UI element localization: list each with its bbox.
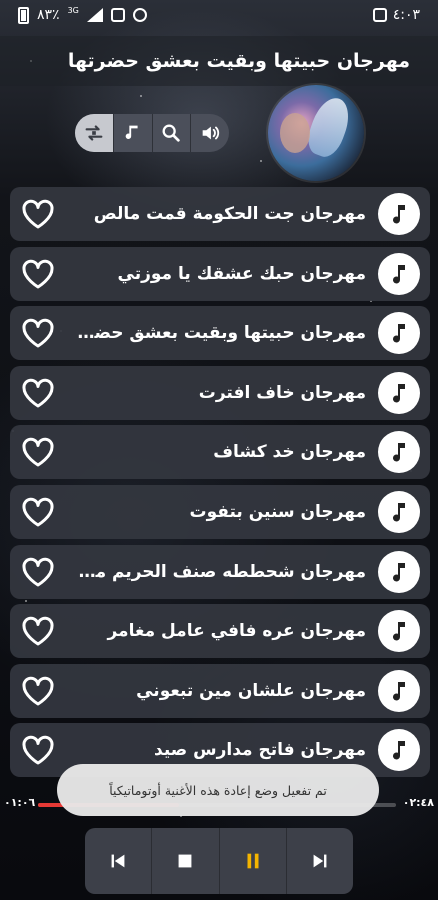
song-title: مهرجان خد كشاف (213, 442, 366, 463)
elapsed-time: ٠١:٠٦ (4, 796, 36, 809)
total-duration: ٠٢:٤٨ (402, 796, 434, 809)
song-title: مهرجان علشان مين تبعوني (136, 680, 366, 701)
favorite-button[interactable] (20, 732, 56, 768)
repeat-button[interactable] (75, 114, 114, 152)
song-title: مهرجان سنين بتفوت (189, 501, 367, 522)
status-bar: ٨٣٪ 3G ٤:٠٣ (0, 0, 438, 30)
heart-icon (22, 557, 54, 587)
playback-controls (85, 828, 353, 894)
pause-button[interactable] (220, 828, 287, 894)
stop-button[interactable] (152, 828, 220, 894)
previous-button[interactable] (85, 828, 153, 894)
heart-icon (22, 736, 54, 765)
music-note-icon (393, 502, 405, 522)
network-type: 3G (67, 5, 79, 15)
album-art (268, 85, 364, 181)
music-note-icon (393, 383, 405, 403)
music-note-icon (393, 443, 405, 462)
heart-icon (22, 616, 54, 646)
skip-previous-icon (111, 854, 125, 868)
song-title: مهرجان جت الحكومة قمت مالص (93, 204, 366, 224)
heart-icon (22, 259, 54, 289)
song-row[interactable]: مهرجان سنين بتفوت (10, 484, 430, 539)
battery-icon (18, 6, 29, 24)
status-time: ٤:٠٣ (392, 7, 420, 23)
status-right: ٤:٠٣ (372, 7, 420, 23)
song-play-icon (378, 252, 420, 295)
heart-icon (22, 438, 54, 467)
heart-icon (22, 199, 54, 229)
favorite-button[interactable] (20, 375, 56, 411)
music-note-icon (393, 741, 405, 760)
song-play-icon (378, 610, 420, 653)
heart-icon (22, 676, 54, 706)
repeat-icon (85, 125, 103, 141)
music-note-icon (393, 324, 405, 343)
song-title: مهرجان حبيتها وبقيت بعشق حضرتها (59, 323, 366, 344)
music-note-icon (393, 264, 405, 284)
song-play-icon (378, 431, 420, 474)
heart-icon (22, 318, 54, 348)
song-play-icon (378, 490, 420, 533)
favorite-button[interactable] (20, 315, 56, 351)
image-notification-icon (372, 8, 387, 22)
search-icon (162, 124, 181, 142)
volume-icon (202, 126, 220, 140)
favorite-button[interactable] (20, 256, 56, 292)
favorite-button[interactable] (20, 613, 56, 649)
song-row[interactable]: مهرجان علشان مين تبعوني (10, 663, 430, 718)
song-play-icon (378, 371, 420, 414)
song-play-icon (378, 312, 420, 355)
song-row[interactable]: مهرجان عره فافي عامل مغامر (10, 604, 430, 659)
now-playing-title: مهرجان حبيتها وبقيت بعشق حضرتها (67, 50, 410, 72)
favorite-button[interactable] (20, 494, 56, 530)
stop-icon (178, 854, 192, 868)
volume-button[interactable] (191, 114, 229, 152)
song-row[interactable]: مهرجان حبك عشقك يا موزتي (10, 246, 430, 301)
skip-next-icon (313, 854, 327, 868)
song-list: مهرجان جت الحكومة قمت مالص مهرجان حبك عش… (10, 187, 430, 783)
song-row[interactable]: مهرجان خاف افترت (10, 365, 430, 420)
song-play-icon (378, 550, 420, 593)
song-title: مهرجان فاتح مدارس صيد (154, 740, 366, 761)
toast-message: تم تفعيل وضع إعادة هذه الأغنية أوتوماتيك… (57, 764, 379, 816)
music-button[interactable] (114, 114, 153, 152)
song-row[interactable]: مهرجان جت الحكومة قمت مالص (10, 187, 430, 241)
song-title: مهرجان شحططه صنف الحريم مرم... (56, 561, 366, 582)
song-row[interactable]: مهرجان حبيتها وبقيت بعشق حضرتها (10, 306, 430, 361)
song-row[interactable]: مهرجان شحططه صنف الحريم مرم... (10, 544, 430, 599)
search-button[interactable] (153, 114, 192, 152)
control-group (75, 114, 229, 152)
music-note-icon (393, 205, 405, 224)
header-bar: مهرجان حبيتها وبقيت بعشق حضرتها (0, 36, 438, 86)
pause-icon (247, 853, 259, 869)
favorite-button[interactable] (20, 554, 56, 590)
song-title: مهرجان عره فافي عامل مغامر (107, 621, 366, 642)
song-play-icon (378, 669, 420, 712)
song-title: مهرجان خاف افترت (198, 382, 366, 403)
music-note-icon (393, 681, 405, 701)
battery-percent: ٨٣٪ (37, 7, 60, 23)
heart-icon (22, 497, 54, 527)
favorite-button[interactable] (20, 434, 56, 470)
song-play-icon (378, 729, 420, 772)
music-note-icon (393, 562, 405, 582)
notification-icon (110, 8, 125, 22)
next-button[interactable] (287, 828, 353, 894)
heart-icon (22, 378, 54, 408)
song-play-icon (378, 193, 420, 235)
music-note-icon (125, 125, 138, 139)
favorite-button[interactable] (20, 196, 56, 232)
alarm-icon (132, 8, 147, 22)
music-note-icon (393, 622, 405, 641)
signal-icon (86, 8, 103, 22)
favorite-button[interactable] (20, 673, 56, 709)
song-title: مهرجان حبك عشقك يا موزتي (117, 263, 366, 284)
status-left: ٨٣٪ 3G (18, 5, 147, 24)
song-row[interactable]: مهرجان خد كشاف (10, 425, 430, 480)
